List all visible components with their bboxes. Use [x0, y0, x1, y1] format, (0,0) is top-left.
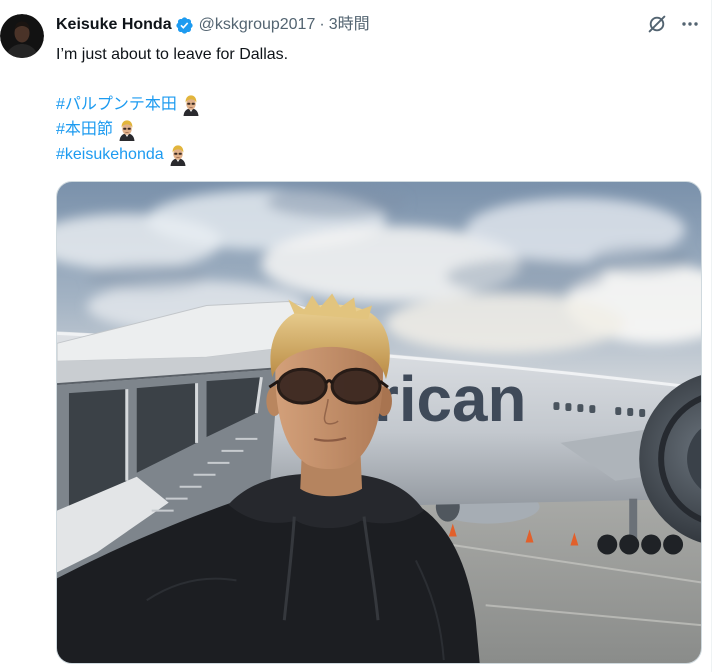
honda-hashflag-icon [169, 144, 187, 166]
photo-illustration: rican [57, 182, 701, 663]
hashtag-link[interactable]: #本田節 [56, 117, 113, 142]
author-avatar[interactable] [0, 14, 44, 58]
honda-hashflag-icon [182, 94, 200, 116]
tweet-header: Keisuke Honda @kskgroup2017 · 3時間 [56, 14, 370, 36]
plane-lettering: rican [374, 363, 526, 435]
tweet-photo[interactable]: rican [56, 181, 702, 664]
author-handle[interactable]: @kskgroup2017 [199, 14, 316, 36]
hashtag-line: #keisukehonda [56, 142, 696, 167]
avatar-image [0, 14, 44, 58]
honda-hashflag-icon [118, 119, 136, 141]
verified-badge-icon[interactable] [175, 16, 194, 35]
tweet[interactable]: Keisuke Honda @kskgroup2017 · 3時間 I’m ju… [0, 0, 713, 672]
timeline-column-border [711, 0, 712, 672]
more-options-button[interactable] [680, 14, 700, 34]
tweet-text: I’m just about to leave for Dallas. #パルプ… [56, 42, 696, 167]
hashtag-line: #パルプンテ本田 [56, 92, 696, 117]
hashtag-link[interactable]: #keisukehonda [56, 142, 164, 167]
tweet-body: I’m just about to leave for Dallas. [56, 46, 289, 63]
timestamp[interactable]: 3時間 [329, 14, 370, 36]
more-icon [682, 22, 698, 26]
meta-separator: · [319, 16, 325, 33]
grok-icon [648, 15, 666, 33]
grok-button[interactable] [647, 14, 667, 34]
hashtag-line: #本田節 [56, 117, 696, 142]
author-name[interactable]: Keisuke Honda [56, 14, 172, 36]
tweet-text-line: I’m just about to leave for Dallas. [56, 42, 696, 67]
hashtag-link[interactable]: #パルプンテ本田 [56, 92, 177, 117]
